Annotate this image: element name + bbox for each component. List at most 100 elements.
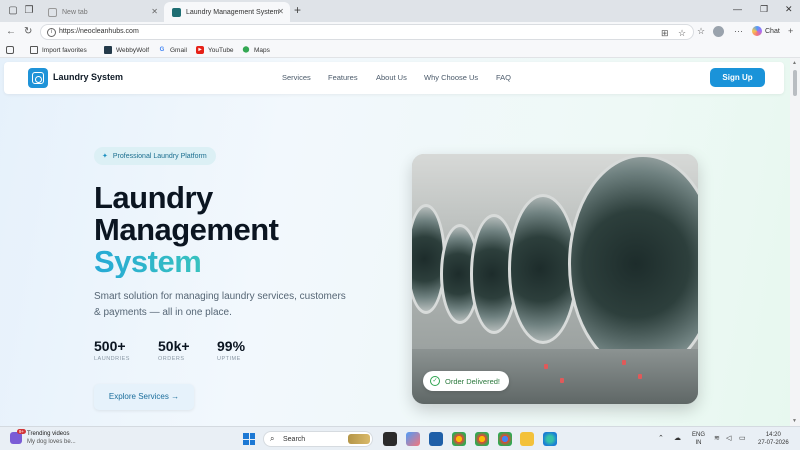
google-icon: G [159,47,165,53]
stat-label: ORDERS [158,356,185,362]
browser-tab-bar: ▢ ❐ New tab ✕ Laundry Management System … [0,0,800,22]
file-explorer-icon[interactable] [520,432,534,446]
scroll-up-icon[interactable]: ▲ [792,60,797,66]
volume-icon[interactable]: ◁ [726,434,731,442]
chrome-alt-icon[interactable] [498,432,512,446]
chrome-profile-icon[interactable] [475,432,489,446]
maximize-button[interactable]: ❐ [760,4,768,15]
sidebar-toggle-icon[interactable]: + [788,26,793,36]
url-text[interactable]: https://neocleanhubs.com [59,28,139,35]
bookmark-youtube[interactable]: ▸ YouTube [196,45,234,55]
bookmark-import-favorites[interactable]: Import favorites [30,45,87,55]
stat-laundries: 500+ LAUNDRIES [94,338,130,362]
brand-name[interactable]: Laundry System [53,72,123,82]
copilot-app-icon[interactable] [406,432,420,446]
back-icon[interactable]: ← [6,26,16,38]
widget-title[interactable]: Trending videos [27,431,69,437]
chrome-icon[interactable] [452,432,466,446]
bookmark-bar-toggle-icon[interactable] [6,45,18,55]
search-icon: ⌕ [270,434,275,443]
scroll-down-icon[interactable]: ▼ [792,418,797,424]
bookmark-label: Import favorites [42,46,87,54]
app-available-icon[interactable]: ⊞ [661,28,669,39]
page-title: Laundry Management System [94,182,279,278]
stat-label: UPTIME [217,356,241,362]
wifi-icon[interactable]: ≋ [714,434,720,442]
favorite-star-icon[interactable]: ☆ [678,28,686,39]
laundromat-washers-image [412,154,698,404]
maps-icon: ⬤ [242,47,250,53]
search-highlight-image [348,434,370,444]
search-label: Search [283,436,306,443]
bookmark-label: WebbyWolf [116,46,149,54]
explore-services-button[interactable]: Explore Services → [94,384,194,410]
taskbar-search[interactable]: ⌕ Search [263,431,373,447]
stat-value: 50k+ [158,338,190,354]
order-delivered-badge: ✓ Order Delivered! [423,371,510,391]
stat-value: 99% [217,338,246,354]
chat-label: Chat [765,27,780,35]
time: 14:20 [765,432,781,438]
bookmarks-bar: Import favorites WebbyWolf G Gmail ▸ You… [0,42,800,58]
bookmark-label: Maps [254,46,270,54]
bookmark-webbywolf[interactable]: WebbyWolf [104,45,149,55]
start-menu-icon[interactable] [243,433,255,445]
webbywolf-icon [104,46,112,54]
bookmark-label: Gmail [170,46,187,54]
language-indicator[interactable]: ENG IN [692,431,705,447]
tab-label: Laundry Management System [186,8,280,16]
cloud-icon[interactable]: ☁ [674,434,681,442]
workspaces-icon[interactable]: ❐ [22,4,36,18]
nav-link-features[interactable]: Features [328,73,358,82]
address-bar[interactable]: i https://neocleanhubs.com ⊞ ☆ [40,24,694,40]
notification-count: 9+ [16,429,26,434]
sign-up-button[interactable]: Sign Up [710,68,765,87]
store-app-icon[interactable] [429,432,443,446]
nav-link-services[interactable]: Services [282,73,311,82]
nav-link-why-choose-us[interactable]: Why Choose Us [424,73,478,82]
site-header: Laundry System Services Features About U… [4,62,784,94]
hero-subtitle: Smart solution for managing laundry serv… [94,291,346,318]
refresh-icon[interactable]: ↻ [24,26,32,38]
stat-value: 500+ [94,338,126,354]
tab-new-tab[interactable]: New tab ✕ [40,2,164,22]
page-scrollbar[interactable]: ▲ ▼ [790,58,800,426]
collections-icon[interactable]: ☆ [697,26,705,37]
copilot-chat-button[interactable]: Chat [752,25,780,37]
bookmark-maps[interactable]: ⬤ Maps [242,45,270,55]
title-accent: System [94,246,278,278]
page-viewport: Laundry System Services Features About U… [0,58,790,426]
scrollbar-thumb[interactable] [793,70,797,96]
widget-subtitle[interactable]: My dog loves be... [27,439,76,445]
new-tab-button[interactable]: + [294,4,301,16]
delivered-label: Order Delivered! [445,376,501,386]
profile-icon[interactable]: ▢ [6,4,20,18]
edge-icon[interactable] [543,432,557,446]
tab-label: New tab [62,8,88,16]
bookmark-gmail[interactable]: G Gmail [158,45,187,55]
date: 27-07-2026 [758,440,789,446]
close-tab-icon[interactable]: ✕ [151,7,158,16]
youtube-icon: ▸ [196,46,204,54]
battery-icon[interactable]: ▭ [739,434,746,442]
import-icon [30,46,38,54]
close-tab-icon[interactable]: ✕ [277,7,284,16]
new-tab-icon [48,7,57,17]
minimize-button[interactable]: — [733,4,742,14]
nav-link-faq[interactable]: FAQ [496,73,511,82]
tab-laundry-management[interactable]: Laundry Management System ✕ [164,2,290,22]
site-favicon-icon [172,7,181,17]
more-options-icon[interactable]: ··· [734,26,743,36]
lang-code: ENG [692,432,706,438]
task-view-icon[interactable] [383,432,397,446]
nav-link-about-us[interactable]: About Us [376,73,407,82]
system-clock[interactable]: 14:20 27-07-2026 [758,431,789,447]
avatar[interactable] [713,26,724,37]
widgets-icon[interactable]: 9+ [10,429,26,444]
chevron-up-icon[interactable]: ⌃ [658,434,664,442]
washing-machine-logo-icon[interactable] [28,68,48,88]
lock-icon[interactable]: i [47,28,56,37]
lang-region: IN [695,440,702,446]
windows-taskbar: 9+ Trending videos My dog loves be... ⌕ … [0,426,800,450]
close-window-button[interactable]: ✕ [785,4,793,15]
